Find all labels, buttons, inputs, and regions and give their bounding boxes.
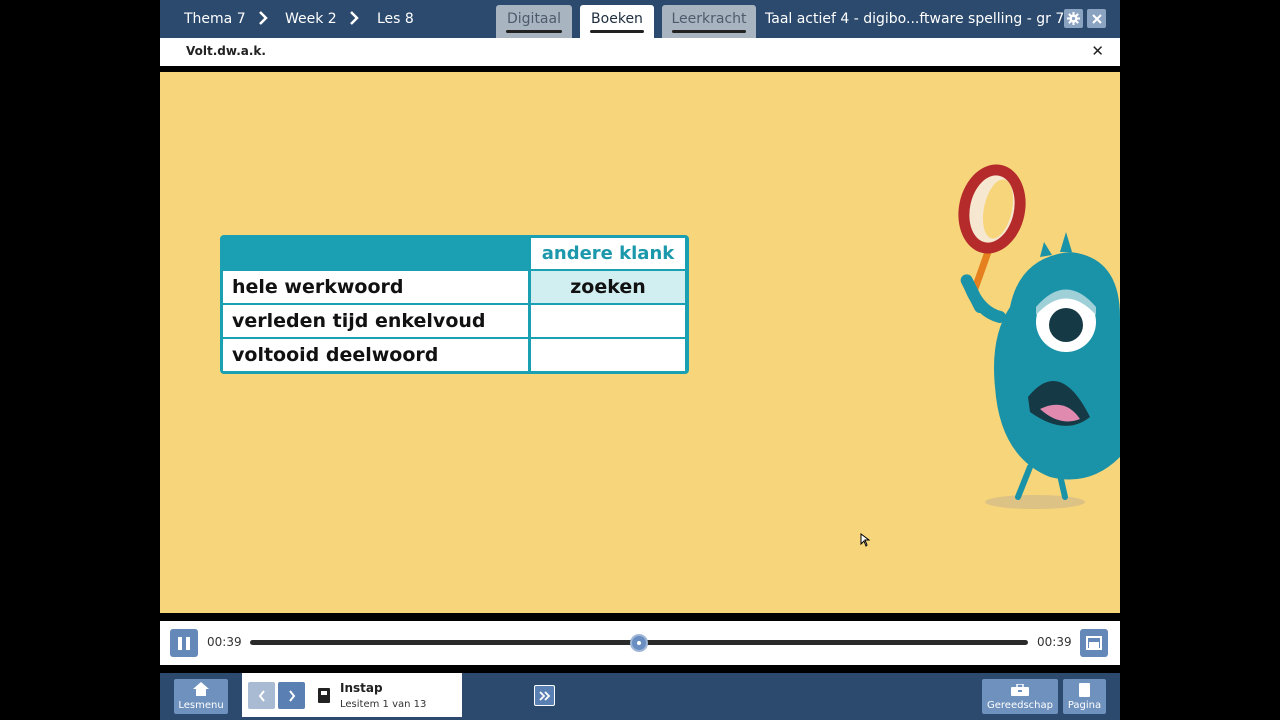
gereedschap-button[interactable]: Gereedschap [982, 679, 1058, 714]
table-row-value [531, 305, 685, 337]
fast-forward-button[interactable] [534, 685, 555, 706]
gear-icon [1067, 12, 1080, 25]
home-icon [193, 682, 209, 696]
player-controls: 00:39 00:39 [160, 621, 1120, 665]
tab-digitaal[interactable]: Digitaal [496, 5, 572, 38]
close-app-button[interactable] [1087, 9, 1106, 28]
total-time: 00:39 [1037, 635, 1072, 649]
lesson-navigator: Instap Lesitem 1 van 13 [242, 673, 555, 717]
app-window: Thema 7 Week 2 Les 8 Digitaal Boeken Lee… [160, 0, 1120, 720]
breadcrumb-lesson[interactable]: Les 8 [377, 11, 414, 27]
table-header-cell: andere klank [531, 238, 685, 269]
gereedschap-label: Gereedschap [987, 700, 1053, 711]
table-row-label: verleden tijd enkelvoud [223, 305, 528, 337]
previous-button[interactable] [248, 682, 275, 709]
table-row-label: voltooid deelwoord [223, 339, 528, 371]
tab-label: Digitaal [507, 11, 561, 27]
pause-button[interactable] [170, 629, 198, 657]
double-chevron-right-icon [538, 690, 550, 701]
lesson-title: Instap [340, 681, 383, 695]
chevron-right-icon [259, 11, 268, 25]
top-bar: Thema 7 Week 2 Les 8 Digitaal Boeken Lee… [160, 0, 1120, 38]
toolbox-icon [1011, 684, 1029, 696]
close-icon [1091, 13, 1102, 24]
media-title: Volt.dw.a.k. [186, 44, 266, 58]
lesmenu-label: Lesmenu [178, 700, 224, 711]
book-icon [318, 688, 330, 703]
tab-label: Leerkracht [671, 11, 747, 27]
settings-button[interactable] [1064, 9, 1083, 28]
lesson-item-counter: Lesitem 1 van 13 [340, 699, 427, 710]
pause-icon [178, 636, 182, 650]
monster-illustration [958, 164, 1120, 509]
breadcrumb-week[interactable]: Week 2 [285, 11, 337, 27]
table-row-value [531, 339, 685, 371]
bottom-bar: Lesmenu Instap Lesitem 1 van 13 Gereedsc… [160, 673, 1120, 720]
tab-leerkracht[interactable]: Leerkracht [662, 5, 756, 38]
table-row-label: hele werkwoord [223, 271, 528, 303]
tab-label: Boeken [591, 11, 643, 27]
table-row-value: zoeken [531, 271, 685, 303]
video-stage[interactable]: andere klank hele werkwoord zoeken verle… [160, 72, 1120, 613]
fullscreen-button[interactable] [1080, 629, 1108, 657]
close-media-button[interactable]: ✕ [1091, 42, 1104, 60]
seek-handle[interactable] [630, 634, 648, 652]
chevron-left-icon [258, 689, 265, 702]
seek-bar[interactable] [250, 634, 1028, 652]
pagina-button[interactable]: Pagina [1063, 679, 1106, 714]
chevron-right-icon [350, 11, 359, 25]
lesmenu-button[interactable]: Lesmenu [174, 679, 228, 714]
next-button[interactable] [278, 682, 305, 709]
verb-table: andere klank hele werkwoord zoeken verle… [220, 235, 689, 374]
tab-boeken[interactable]: Boeken [580, 5, 654, 38]
current-time: 00:39 [207, 635, 242, 649]
page-icon [1079, 683, 1090, 697]
breadcrumb-theme[interactable]: Thema 7 [184, 11, 246, 27]
mouse-cursor-icon [860, 533, 870, 547]
book-title: Taal actief 4 - digibo...ftware spelling… [765, 11, 1065, 27]
pagina-label: Pagina [1067, 700, 1102, 711]
chevron-right-icon [288, 689, 295, 702]
media-header: Volt.dw.a.k. ✕ [160, 38, 1120, 66]
